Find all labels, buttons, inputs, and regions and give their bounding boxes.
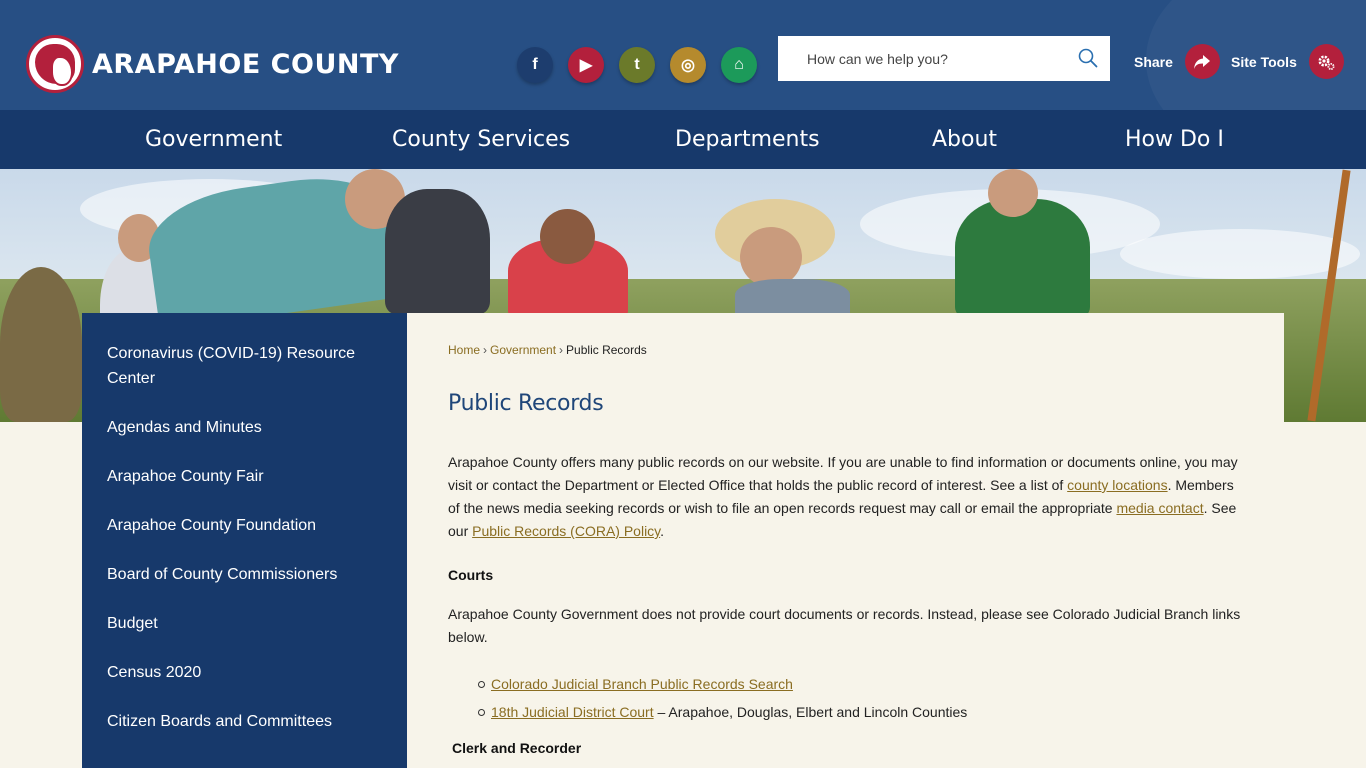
main-navigation: Government County Services Departments A… <box>0 110 1366 169</box>
site-logo[interactable]: ARAPAHOE COUNTY <box>26 34 399 94</box>
sidebar-item-agendas-minutes[interactable]: Agendas and Minutes <box>82 415 407 440</box>
breadcrumb: Home › Government › Public Records <box>448 343 1244 357</box>
intro-text: . <box>660 523 665 539</box>
sidebar-item-budget[interactable]: Budget <box>82 611 407 636</box>
share-label: Share <box>1134 53 1173 70</box>
sidebar-item-covid-resource-center[interactable]: Coronavirus (COVID-19) Resource Center <box>82 341 407 391</box>
nav-about[interactable]: About <box>932 110 997 169</box>
breadcrumb-government[interactable]: Government <box>490 343 556 357</box>
main-content: Home › Government › Public Records Public Re… <box>407 313 1284 768</box>
nav-government[interactable]: Government <box>145 110 282 169</box>
sidebar-item-county-fair[interactable]: Arapahoe County Fair <box>82 464 407 489</box>
facebook-icon[interactable]: f <box>517 47 553 83</box>
courts-heading: Courts <box>448 567 494 583</box>
intro-paragraph: Arapahoe County offers many public recor… <box>448 451 1244 543</box>
sidebar-item-board-commissioners[interactable]: Board of County Commissioners <box>82 562 407 587</box>
breadcrumb-home[interactable]: Home <box>448 343 480 357</box>
sidebar-item-county-foundation[interactable]: Arapahoe County Foundation <box>82 513 407 538</box>
share-arrow-icon <box>1184 44 1220 79</box>
nav-departments[interactable]: Departments <box>675 110 820 169</box>
search-input[interactable] <box>778 36 1058 81</box>
breadcrumb-separator: › <box>483 343 488 357</box>
site-tools-label: Site Tools <box>1231 53 1297 70</box>
twitter-icon[interactable]: t <box>619 47 655 83</box>
district-court-description: – Arapahoe, Douglas, Elbert and Lincoln … <box>653 704 968 720</box>
logo-text: ARAPAHOE COUNTY <box>92 48 399 80</box>
nextdoor-icon[interactable]: ⌂ <box>721 47 757 83</box>
media-contact-link[interactable]: media contact <box>1116 500 1203 516</box>
nav-county-services[interactable]: County Services <box>392 110 570 169</box>
site-header: ARAPAHOE COUNTY f ▶ t ◎ ⌂ Share Site Too… <box>0 0 1366 110</box>
district-court-link[interactable]: 18th Judicial District Court <box>491 704 654 720</box>
clerk-recorder-heading: Clerk and Recorder <box>452 740 582 756</box>
sidebar-navigation: Coronavirus (COVID-19) Resource Center A… <box>82 313 407 768</box>
page-title: Public Records <box>448 391 604 416</box>
list-item: Colorado Judicial Branch Public Records … <box>478 670 1244 698</box>
search-box <box>778 36 1110 81</box>
courts-paragraph: Arapahoe County Government does not prov… <box>448 606 1241 645</box>
nav-how-do-i[interactable]: How Do I <box>1125 110 1224 169</box>
instagram-icon[interactable]: ◎ <box>670 47 706 83</box>
list-item: 18th Judicial District Court – Arapahoe,… <box>478 698 1244 726</box>
breadcrumb-separator: › <box>559 343 564 357</box>
court-links-list: Colorado Judicial Branch Public Records … <box>478 670 1244 726</box>
county-locations-link[interactable]: county locations <box>1067 477 1167 493</box>
gear-icon <box>1308 44 1344 79</box>
site-tools-button[interactable]: Site Tools <box>1231 44 1344 79</box>
search-icon[interactable] <box>1078 48 1098 68</box>
judicial-records-search-link[interactable]: Colorado Judicial Branch Public Records … <box>491 676 793 692</box>
share-button[interactable]: Share <box>1134 44 1220 79</box>
cora-policy-link[interactable]: Public Records (CORA) Policy <box>472 523 660 539</box>
sidebar-item-citizen-boards[interactable]: Citizen Boards and Committees <box>82 709 407 734</box>
social-links: f ▶ t ◎ ⌂ <box>517 47 757 83</box>
sidebar-item-census-2020[interactable]: Census 2020 <box>82 660 407 685</box>
youtube-icon[interactable]: ▶ <box>568 47 604 83</box>
breadcrumb-current: Public Records <box>566 343 647 357</box>
county-seal-icon <box>26 35 84 93</box>
